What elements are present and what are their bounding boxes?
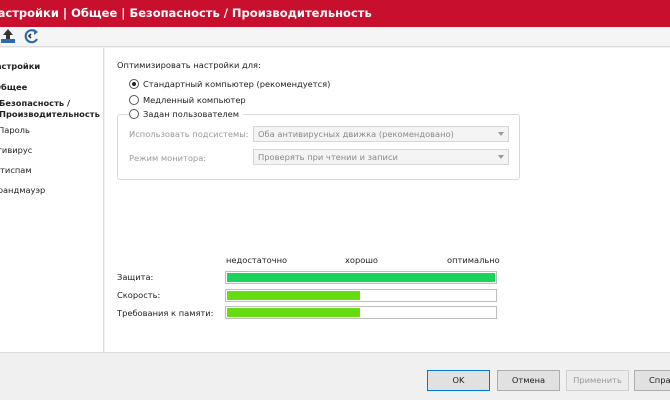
window-title: Настройки | Общее | Безопасность / Произ… — [0, 6, 372, 20]
sidebar-item-firewall[interactable]: Брандмауэр — [0, 185, 45, 195]
scale-high-label: оптимально — [447, 255, 500, 265]
protection-meter-fill — [227, 273, 495, 282]
toolbar — [0, 27, 670, 47]
radio-slow[interactable]: Медленный компьютер — [129, 94, 246, 106]
help-button-label: Справка — [649, 375, 670, 385]
sidebar-item-security-line1[interactable]: Безопасность / — [0, 98, 70, 108]
scale-mid-label: хорошо — [345, 255, 378, 265]
radio-standard-indicator[interactable] — [129, 79, 139, 89]
subsystems-select[interactable]: Оба антивирусных движка (рекомендовано) — [253, 126, 509, 142]
sidebar-item-settings[interactable]: Настройки — [0, 61, 40, 71]
monitor-mode-select[interactable]: Проверять при чтении и записи — [253, 149, 509, 165]
sidebar: Настройки Общее Безопасность / Производи… — [0, 48, 104, 352]
help-button[interactable]: Справка — [634, 370, 670, 391]
sidebar-item-general[interactable]: Общее — [0, 82, 27, 92]
protection-label: Защита: — [117, 272, 154, 282]
radio-slow-indicator[interactable] — [129, 95, 139, 105]
radio-slow-label: Медленный компьютер — [143, 95, 246, 105]
sidebar-item-security-line2[interactable]: Производительность — [0, 109, 100, 119]
chevron-down-icon — [498, 155, 504, 159]
subsystems-label: Использовать подсистемы: — [129, 129, 249, 139]
main-panel: Оптимизировать настройки для: Стандартны… — [105, 48, 670, 352]
memory-meter — [225, 306, 497, 319]
radio-custom[interactable]: Задан пользователем — [129, 108, 244, 120]
radio-standard-label: Стандартный компьютер (рекомендуется) — [143, 79, 331, 89]
radio-custom-label: Задан пользователем — [143, 109, 240, 119]
dialog-button-bar: OK Отмена Применить Справка — [0, 352, 670, 400]
chevron-down-icon — [498, 132, 504, 136]
sidebar-item-antispam[interactable]: Антиспам — [0, 165, 32, 175]
memory-meter-fill — [227, 308, 360, 317]
memory-label: Требования к памяти: — [117, 308, 214, 318]
title-bar: Настройки | Общее | Безопасность / Произ… — [0, 0, 670, 27]
subsystems-value: Оба антивирусных движка (рекомендовано) — [258, 129, 454, 139]
monitor-mode-label: Режим монитора: — [129, 153, 207, 163]
cancel-button[interactable]: Отмена — [497, 370, 560, 391]
ok-button[interactable]: OK — [427, 370, 490, 391]
upload-icon — [0, 28, 18, 44]
sidebar-item-password[interactable]: Пароль — [0, 125, 30, 135]
radio-standard[interactable]: Стандартный компьютер (рекомендуется) — [129, 78, 330, 90]
sidebar-item-antivirus[interactable]: Антивирус — [0, 145, 32, 155]
upload-button[interactable] — [0, 28, 18, 45]
protection-meter — [225, 271, 497, 284]
custom-settings-group — [117, 114, 520, 180]
monitor-mode-value: Проверять при чтении и записи — [258, 152, 398, 162]
speed-meter-fill — [227, 291, 360, 300]
scale-low-label: недостаточно — [226, 255, 288, 265]
optimize-label: Оптимизировать настройки для: — [117, 60, 261, 70]
speed-label: Скорость: — [117, 290, 161, 300]
refresh-icon — [24, 28, 42, 44]
refresh-button[interactable] — [24, 28, 42, 45]
apply-button[interactable]: Применить — [566, 370, 629, 391]
speed-meter — [225, 289, 497, 302]
radio-custom-indicator[interactable] — [129, 109, 139, 119]
